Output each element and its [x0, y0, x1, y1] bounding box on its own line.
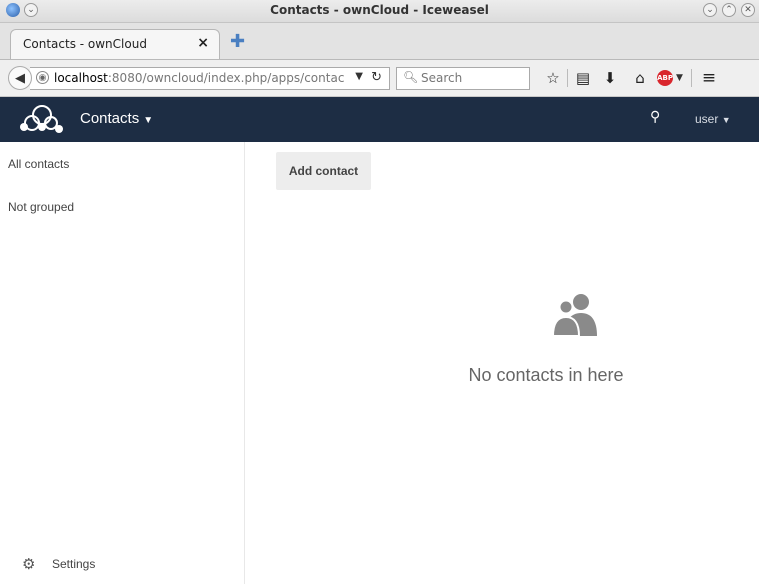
back-icon[interactable]: ◀: [8, 66, 32, 90]
contacts-group-icon: [551, 292, 599, 342]
owncloud-logo[interactable]: [18, 104, 70, 138]
add-contact-button[interactable]: Add contact: [276, 152, 371, 190]
owncloud-header: Contacts ▼ ⚲ user ▼: [0, 97, 759, 142]
app-name: Contacts: [80, 110, 140, 127]
url-bar[interactable]: ◉ localhost:8080/owncloud/index.php/apps…: [30, 67, 390, 90]
url-host: localhost: [54, 71, 108, 85]
url-text: localhost:8080/owncloud/index.php/apps/c…: [54, 71, 344, 85]
window-title: Contacts - ownCloud - Iceweasel: [270, 3, 489, 17]
menu-icon[interactable]: ≡: [698, 68, 720, 88]
tab-contacts[interactable]: Contacts - ownCloud ×: [10, 29, 220, 59]
user-name: user: [695, 112, 719, 126]
close-icon[interactable]: ✕: [741, 3, 755, 17]
maximize-icon[interactable]: ⌃: [722, 3, 736, 17]
app-menu[interactable]: Contacts ▼: [80, 110, 153, 127]
tab-strip: Contacts - ownCloud × ✚: [0, 23, 759, 60]
reload-icon[interactable]: ↻: [371, 70, 382, 85]
minimize-icon[interactable]: ⌄: [703, 3, 717, 17]
globe-icon: ◉: [36, 71, 49, 84]
url-path: :8080/owncloud/index.php/apps/contac: [107, 71, 345, 85]
empty-state-message: No contacts in here: [468, 365, 624, 385]
user-menu[interactable]: user ▼: [695, 112, 731, 126]
chevron-down-icon: ▼: [721, 115, 731, 125]
tab-close-icon[interactable]: ×: [197, 35, 209, 51]
chevron-down-icon: ▼: [143, 115, 154, 126]
divider: [567, 69, 568, 87]
header-search-icon[interactable]: ⚲: [650, 109, 660, 125]
window-titlebar: ⌄ Contacts - ownCloud - Iceweasel ⌄ ⌃ ✕: [0, 0, 759, 23]
bookmark-star-icon[interactable]: ☆: [542, 69, 564, 87]
tab-label: Contacts - ownCloud: [23, 37, 147, 51]
divider: [691, 69, 692, 87]
adblock-button[interactable]: ABP ▼: [655, 70, 685, 86]
search-placeholder: Search: [421, 71, 463, 85]
search-input[interactable]: 🔍︎ Search: [396, 67, 530, 90]
sidebar-item-all-contacts[interactable]: All contacts: [8, 157, 69, 171]
url-dropdown-icon[interactable]: ▼: [355, 71, 363, 82]
gear-icon: ⚙: [22, 556, 36, 573]
home-icon[interactable]: ⌂: [625, 69, 655, 87]
nav-icons: ☆ ▤ ⬇ ⌂ ABP ▼ ≡: [542, 68, 720, 88]
search-icon: 🔍︎: [403, 70, 419, 84]
sidebar-item-not-grouped[interactable]: Not grouped: [8, 200, 74, 214]
adblock-dropdown-icon: ▼: [676, 73, 683, 83]
main-content: Add contact No contacts in here: [246, 142, 759, 584]
navigation-toolbar: ◉ localhost:8080/owncloud/index.php/apps…: [0, 60, 759, 97]
settings-label: Settings: [52, 557, 96, 571]
reading-list-icon[interactable]: ▤: [571, 69, 595, 87]
new-tab-icon[interactable]: ✚: [230, 33, 245, 51]
sidebar: All contacts Not grouped ⚙ Settings: [0, 142, 245, 584]
download-icon[interactable]: ⬇: [595, 69, 625, 87]
adblock-icon: ABP: [657, 70, 674, 86]
